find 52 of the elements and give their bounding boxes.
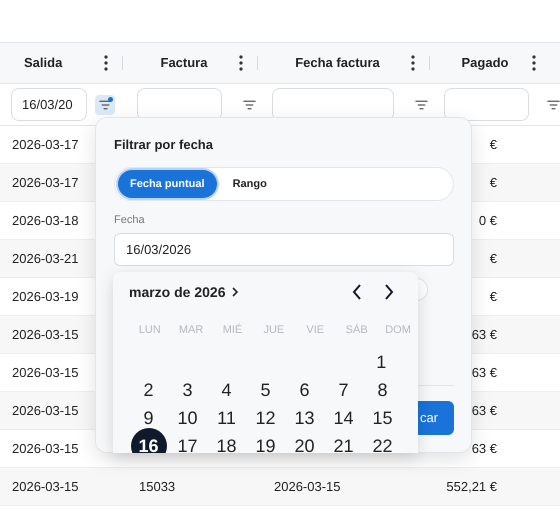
more-options-icon[interactable] [411, 55, 415, 71]
weekday-label: LUN [138, 323, 161, 338]
filter-icon [414, 100, 428, 110]
table-cell-text: 2026-03-17 [11, 174, 80, 192]
column-header[interactable]: Fecha factura [295, 53, 380, 73]
field-label: Fecha [114, 213, 146, 227]
month-label: marzo de 2026 [129, 282, 226, 302]
filter-input[interactable]: 16/03/20 [11, 88, 87, 121]
table-cell-text: 2026-03-15 [11, 326, 80, 344]
filter-icon [547, 100, 560, 110]
table-cell-text: € [490, 288, 497, 306]
more-options-icon[interactable] [532, 55, 536, 71]
previous-month-icon[interactable] [352, 284, 362, 300]
weekday-label: MAR [178, 323, 204, 338]
table-cell-text: 63 € [472, 364, 497, 382]
table-cell-text: € [490, 136, 497, 154]
table-cell-text: 2026-03-21 [11, 250, 80, 268]
mode-tab[interactable]: Fecha puntual [118, 170, 217, 198]
filter-icon [98, 100, 112, 110]
table-cell-text: 2026-03-15 [11, 440, 80, 458]
chevron-right-icon[interactable] [232, 287, 238, 297]
table-cell-text: 2026-03-15 [11, 478, 80, 496]
table-cell-text: € [490, 174, 497, 192]
table-cell-text: 15033 [138, 478, 176, 496]
date-input[interactable]: 16/03/2026 [114, 233, 454, 266]
table-cell-text: 63 € [472, 440, 497, 458]
table-cell-text: 2026-03-15 [11, 364, 80, 382]
column-header[interactable]: Factura [160, 53, 208, 73]
table-cell-text: 2026-03-15 [273, 478, 342, 496]
table-cell-text: 552,21 € [446, 478, 497, 496]
table-cell-text: 2026-03-15 [11, 402, 80, 420]
table-cell-text: 2026-03-19 [11, 288, 80, 306]
column-header[interactable]: Salida [24, 53, 62, 73]
weekday-label: JUE [263, 323, 284, 338]
table-cell-text: 0 € [478, 212, 497, 230]
more-options-icon[interactable] [239, 55, 243, 71]
column-header[interactable]: Pagado [462, 53, 508, 73]
filter-button[interactable] [95, 94, 115, 114]
calendar-day[interactable]: 16 [130, 428, 166, 453]
table-cell-text: 63 € [472, 326, 497, 344]
filter-icon [242, 100, 256, 110]
weekday-label: VIE [306, 323, 324, 338]
filter-input[interactable] [444, 88, 529, 121]
table-cell-text: € [490, 250, 497, 268]
mode-tab[interactable]: Rango [220, 170, 279, 198]
more-options-icon[interactable] [104, 55, 108, 71]
next-month-icon[interactable] [384, 284, 394, 300]
weekday-label: DOM [385, 323, 411, 338]
table-cell-text: 63 € [472, 402, 497, 420]
popover-title: Filtrar por fecha [114, 136, 214, 154]
weekday-label: MIÉ [222, 322, 242, 338]
weekday-label: SÁB [346, 322, 368, 338]
